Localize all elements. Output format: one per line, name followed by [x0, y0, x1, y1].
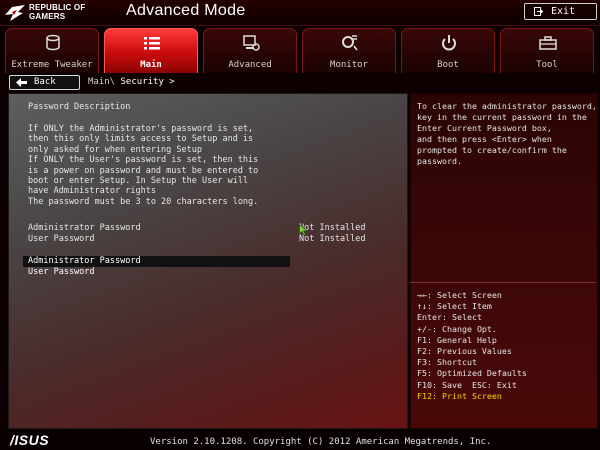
main-tab-bar: Extreme Tweaker Main Advanced Monitor Bo…: [0, 28, 600, 73]
top-banner: REPUBLIC OF GAMERS Advanced Mode Exit: [0, 0, 600, 26]
help-text-line: key in the current password in the: [417, 112, 587, 122]
tab-label: Tool: [536, 60, 558, 70]
help-text-line: To clear the administrator password,: [417, 101, 597, 111]
power-icon: [442, 35, 456, 51]
monitor-icon: [342, 35, 358, 51]
breadcrumb: Main\ Security >: [88, 77, 175, 87]
tab-label: Extreme Tweaker: [11, 60, 93, 70]
user-password-status-value: Not Installed: [299, 234, 366, 244]
help-divider: [410, 282, 596, 283]
exit-button[interactable]: Exit: [524, 3, 597, 20]
key-select-item: ↑↓: Select Item: [417, 301, 492, 312]
back-button[interactable]: Back: [9, 75, 80, 90]
breadcrumb-main[interactable]: Main\: [88, 77, 115, 87]
description-line: only asked for when entering Setup: [28, 144, 202, 155]
brand-line-2: GAMERS: [29, 12, 66, 21]
mouse-cursor-icon: [299, 224, 308, 236]
key-enter-select: Enter: Select: [417, 312, 482, 323]
tab-boot[interactable]: Boot: [401, 28, 495, 73]
rog-eye-logo-icon: [5, 5, 25, 21]
tab-label: Advanced: [228, 60, 272, 70]
extreme-tweaker-icon: [46, 34, 60, 51]
toolbox-icon: [539, 36, 557, 50]
description-line: boot or enter Setup. In Setup the User w…: [28, 176, 249, 186]
exit-label: Exit: [551, 6, 576, 17]
tab-label: Main: [140, 60, 162, 70]
admin-password-item-label: Administrator Password: [28, 256, 141, 266]
description-line: The password must be 3 to 20 characters …: [28, 196, 259, 207]
brand-line-1: REPUBLIC OF: [29, 3, 86, 12]
description-line: then this only limits access to Setup an…: [28, 134, 254, 145]
tab-label: Monitor: [330, 60, 368, 70]
tab-main[interactable]: Main: [104, 28, 198, 73]
menu-list-icon: [144, 37, 160, 50]
advanced-icon: [243, 35, 260, 51]
admin-password-status-value: Not Installed: [299, 223, 366, 233]
key-shortcut: F3: Shortcut: [417, 357, 477, 368]
tab-advanced[interactable]: Advanced: [203, 28, 297, 73]
breadcrumb-security: Security >: [120, 77, 175, 87]
admin-password-status-label: Administrator Password: [28, 223, 141, 233]
description-line: have Administrator rights: [28, 186, 156, 197]
help-text-line: password.: [417, 156, 462, 166]
description-line: is a power on password and must be enter…: [28, 165, 259, 176]
tab-tool[interactable]: Tool: [500, 28, 594, 73]
tab-extreme-tweaker[interactable]: Extreme Tweaker: [5, 28, 99, 73]
help-text-line: and then press <Enter> when: [417, 134, 552, 144]
page-title: Advanced Mode: [126, 2, 246, 19]
user-password-item[interactable]: User Password: [28, 267, 95, 278]
description-line: If ONLY the User's password is set, then…: [28, 155, 259, 166]
admin-password-item[interactable]: Administrator Password: [23, 256, 290, 267]
back-label: Back: [34, 77, 56, 87]
key-previous-values: F2: Previous Values: [417, 346, 512, 356]
key-print-screen: F12: Print Screen: [417, 390, 502, 401]
brand-text: REPUBLIC OF GAMERS: [29, 3, 85, 21]
key-save-exit: F10: Save ESC: Exit: [417, 379, 517, 390]
help-text-line: prompted to create/confirm the: [417, 145, 567, 155]
asus-logo: /ISUS: [10, 432, 50, 448]
tab-monitor[interactable]: Monitor: [302, 28, 396, 73]
key-change-option: +/-: Change Opt.: [417, 323, 497, 334]
password-description-title: Password Description: [28, 102, 131, 112]
description-line: If ONLY the Administrator's password is …: [28, 124, 254, 134]
tab-label: Boot: [437, 60, 459, 70]
user-password-status-label: User Password: [28, 234, 95, 244]
back-arrow-icon: [16, 78, 27, 87]
version-copyright: Version 2.10.1208. Copyright (C) 2012 Am…: [150, 437, 492, 447]
exit-door-icon: [534, 7, 543, 16]
key-optimized-defaults: F5: Optimized Defaults: [417, 368, 527, 379]
key-general-help: F1: General Help: [417, 334, 497, 345]
key-select-screen: →←: Select Screen: [417, 290, 502, 300]
help-text-line: Enter Current Password box,: [417, 123, 552, 133]
